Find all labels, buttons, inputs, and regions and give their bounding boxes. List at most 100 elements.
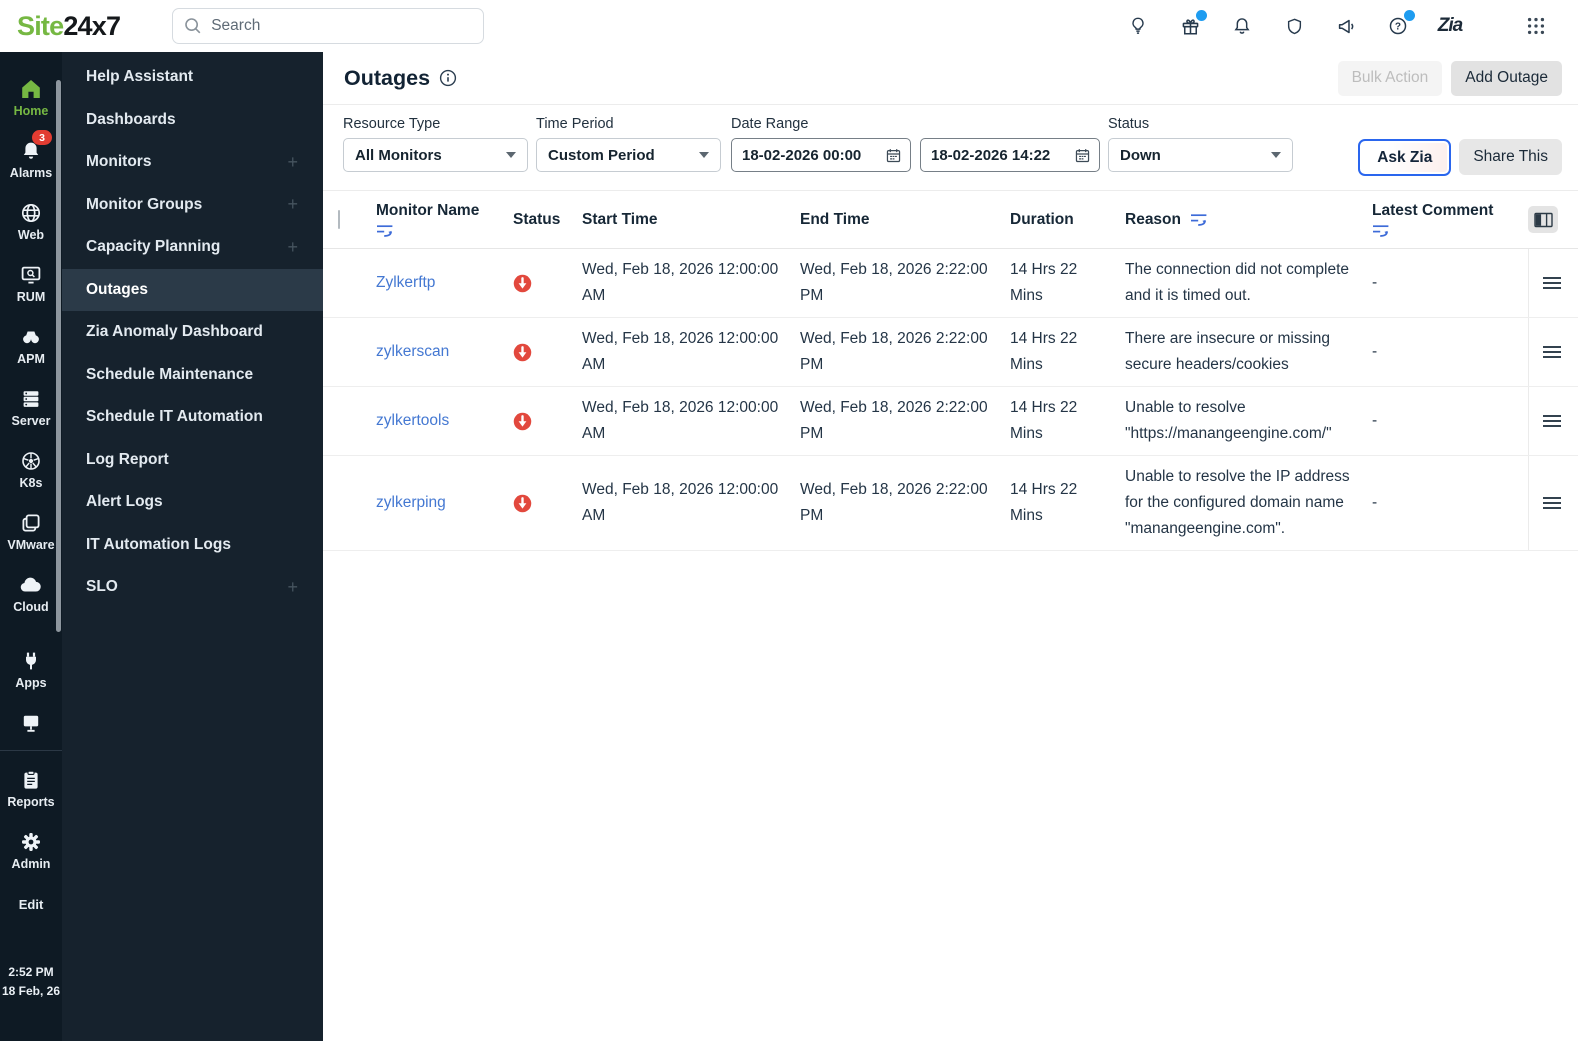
sidebar-item-web[interactable]: Web <box>0 190 62 252</box>
alarms-count-badge: 3 <box>32 130 52 145</box>
monitor-link[interactable]: zylkerscan <box>376 343 449 360</box>
zia-icon[interactable]: Zia <box>1438 14 1463 38</box>
sidebar-item-server[interactable]: Server <box>0 376 62 438</box>
chevron-down-icon <box>506 152 516 158</box>
rail-clock: 2:52 PM 18 Feb, 26 <box>0 963 62 1001</box>
monitor-link[interactable]: zylkertools <box>376 412 449 429</box>
row-menu-icon[interactable] <box>1542 414 1562 428</box>
sidebar-item-apps[interactable]: Apps <box>0 638 62 700</box>
resource-type-select[interactable]: All Monitors <box>343 138 528 172</box>
apps-grid-icon[interactable] <box>1524 14 1548 38</box>
gear-icon <box>22 832 40 851</box>
bell-icon[interactable] <box>1230 14 1254 38</box>
bulk-action-button[interactable]: Bulk Action <box>1337 60 1443 96</box>
nav-item-slo[interactable]: SLO <box>62 566 323 609</box>
rum-monitor-icon <box>21 266 41 283</box>
info-icon[interactable] <box>439 69 457 87</box>
nav-item-alert-logs[interactable]: Alert Logs <box>62 481 323 524</box>
row-menu-icon[interactable] <box>1542 345 1562 359</box>
sidebar-item-k8s[interactable]: K8s <box>0 438 62 500</box>
filter-icon[interactable] <box>1372 224 1514 238</box>
col-start-time: Start Time <box>582 210 658 228</box>
vmware-icon <box>22 514 40 531</box>
clipboard-icon <box>24 770 38 789</box>
sidebar-item-apm[interactable]: APM <box>0 314 62 376</box>
filter-icon[interactable] <box>376 224 499 238</box>
ask-zia-button[interactable]: Ask Zia <box>1358 139 1452 176</box>
calendar-icon[interactable] <box>885 147 902 164</box>
nav-item-schedule-maintenance[interactable]: Schedule Maintenance <box>62 354 323 397</box>
nav-item-monitors[interactable]: Monitors <box>62 141 323 184</box>
start-time: Wed, Feb 18, 2026 12:00:00 AM <box>582 261 779 304</box>
sidebar-item-cloud[interactable]: Cloud <box>0 562 62 624</box>
rail-scrollbar[interactable] <box>56 80 61 632</box>
whats-new-gift-icon[interactable] <box>1178 10 1207 38</box>
global-search[interactable] <box>172 8 485 44</box>
expand-plus-icon[interactable] <box>287 237 298 258</box>
nav-item-log-report[interactable]: Log Report <box>62 439 323 482</box>
lightbulb-icon[interactable] <box>1126 14 1150 38</box>
monitor-link[interactable]: zylkerping <box>376 494 446 511</box>
sidebar-item-edit[interactable]: Edit <box>0 889 62 919</box>
megaphone-icon[interactable] <box>1334 14 1358 38</box>
date-from-input[interactable] <box>742 146 885 164</box>
sidebar-item-alarms[interactable]: 3 Alarms <box>0 128 62 190</box>
reason: Unable to resolve the IP address for the… <box>1125 468 1350 537</box>
duration: 14 Hrs 22 Mins <box>1010 261 1078 304</box>
time-period-select[interactable]: Custom Period <box>536 138 721 172</box>
shield-icon[interactable] <box>1282 14 1306 38</box>
date-to-input[interactable] <box>931 146 1074 164</box>
clock-date: 18 Feb, 26 <box>1 983 61 998</box>
expand-plus-icon[interactable] <box>287 577 298 598</box>
date-range-filter: Date Range <box>731 116 1108 172</box>
latest-comment: - <box>1372 494 1378 511</box>
nav-item-monitor-groups[interactable]: Monitor Groups <box>62 184 323 227</box>
site24x7-logo[interactable]: Site24x7 <box>17 11 121 42</box>
col-status: Status <box>513 210 561 228</box>
add-outage-button[interactable]: Add Outage <box>1451 60 1562 96</box>
row-menu-icon[interactable] <box>1542 276 1562 290</box>
nav-menu: Help Assistant Dashboards Monitors Monit… <box>62 52 323 1041</box>
start-time: Wed, Feb 18, 2026 12:00:00 AM <box>582 330 779 373</box>
sidebar-item-rum[interactable]: RUM <box>0 252 62 314</box>
row-menu-icon[interactable] <box>1542 496 1562 510</box>
select-all-checkbox[interactable] <box>338 209 340 229</box>
nav-item-capacity-planning[interactable]: Capacity Planning <box>62 226 323 269</box>
sidebar-item-home[interactable]: Home <box>0 66 62 128</box>
nav-item-outages[interactable]: Outages <box>62 268 323 311</box>
chevron-down-icon <box>1271 152 1281 158</box>
status-select[interactable]: Down <box>1108 138 1293 172</box>
date-from-field[interactable] <box>731 138 911 172</box>
sidebar-item-network[interactable] <box>0 700 62 746</box>
duration: 14 Hrs 22 Mins <box>1010 399 1078 442</box>
date-to-field[interactable] <box>920 138 1100 172</box>
binoculars-icon <box>23 331 39 343</box>
column-picker-button[interactable] <box>1528 206 1558 233</box>
start-time: Wed, Feb 18, 2026 12:00:00 AM <box>582 399 779 442</box>
share-this-button[interactable]: Share This <box>1459 139 1562 175</box>
sidebar-item-admin[interactable]: Admin <box>0 819 62 881</box>
status-down-icon <box>513 494 566 513</box>
table-row: zylkerscan Wed, Feb 18, 2026 12:00:00 AM… <box>323 318 1578 387</box>
filter-icon[interactable] <box>1190 213 1208 227</box>
nav-item-dashboards[interactable]: Dashboards <box>62 99 323 142</box>
sidebar-item-reports[interactable]: Reports <box>0 757 62 819</box>
sidebar-item-vmware[interactable]: VMware <box>0 500 62 562</box>
nav-item-it-automation-logs[interactable]: IT Automation Logs <box>62 524 323 567</box>
table-row: zylkerping Wed, Feb 18, 2026 12:00:00 AM… <box>323 456 1578 551</box>
search-input[interactable] <box>211 17 473 35</box>
expand-plus-icon[interactable] <box>287 194 298 215</box>
monitor-link[interactable]: Zylkerftp <box>376 274 435 291</box>
calendar-icon[interactable] <box>1074 147 1091 164</box>
nav-item-help-assistant[interactable]: Help Assistant <box>62 56 323 99</box>
nav-item-schedule-it-automation[interactable]: Schedule IT Automation <box>62 396 323 439</box>
nav-item-zia-anomaly-dashboard[interactable]: Zia Anomaly Dashboard <box>62 311 323 354</box>
reason: The connection did not complete and it i… <box>1125 261 1350 304</box>
resource-type-label: Resource Type <box>343 116 441 132</box>
start-time: Wed, Feb 18, 2026 12:00:00 AM <box>582 481 779 524</box>
expand-plus-icon[interactable] <box>287 152 298 173</box>
status-down-icon <box>513 343 566 362</box>
home-icon <box>22 79 40 98</box>
time-period-filter: Time Period Custom Period <box>536 116 721 172</box>
help-icon[interactable]: ? <box>1386 10 1415 38</box>
